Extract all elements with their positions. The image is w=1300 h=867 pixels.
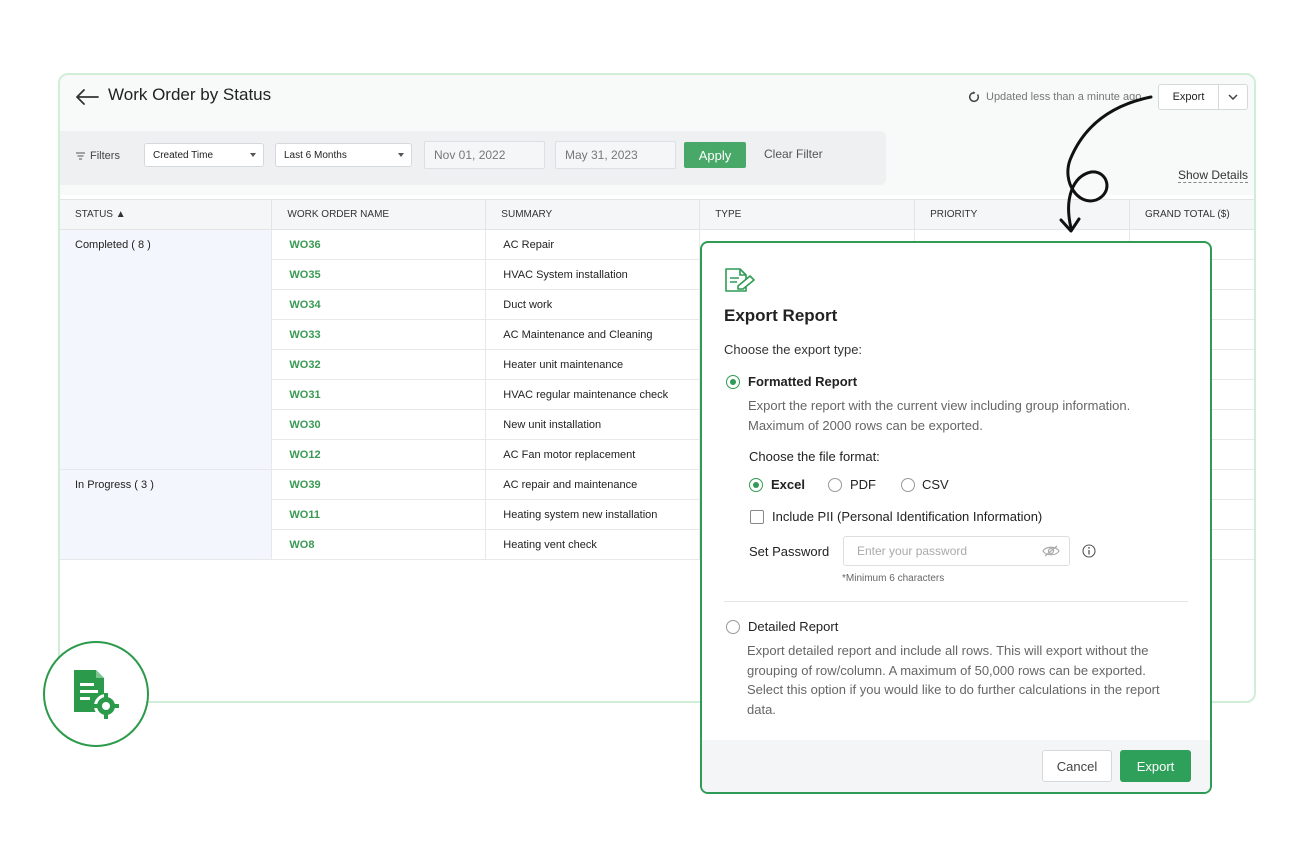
format-radio-pdf[interactable] bbox=[828, 478, 842, 492]
detailed-report-label[interactable]: Detailed Report bbox=[748, 619, 838, 634]
range-select[interactable]: Last 6 Months bbox=[275, 143, 412, 167]
dialog-divider bbox=[724, 601, 1188, 602]
work-order-link[interactable]: WO39 bbox=[271, 469, 487, 500]
format-radio-excel[interactable] bbox=[749, 478, 763, 492]
export-type-prompt: Choose the export type: bbox=[724, 342, 863, 357]
dialog-export-button[interactable]: Export bbox=[1120, 750, 1191, 782]
start-date-input[interactable]: Nov 01, 2022 bbox=[424, 141, 545, 169]
work-order-link[interactable]: WO30 bbox=[271, 409, 487, 440]
export-button[interactable]: Export bbox=[1159, 85, 1219, 109]
summary-cell: AC Fan motor replacement bbox=[485, 439, 701, 470]
format-label-excel[interactable]: Excel bbox=[771, 477, 805, 492]
page-title: Work Order by Status bbox=[108, 85, 272, 104]
updated-text: Updated less than a minute ago bbox=[986, 91, 1142, 103]
eye-slash-icon[interactable] bbox=[1042, 544, 1060, 558]
refresh-icon[interactable] bbox=[968, 91, 980, 103]
field-select-value: Created Time bbox=[153, 149, 214, 161]
summary-cell: AC repair and maintenance bbox=[485, 469, 701, 500]
include-pii-checkbox[interactable] bbox=[750, 510, 764, 524]
filter-bar: Filters Created Time Last 6 Months Nov 0… bbox=[60, 131, 886, 185]
report-gear-icon bbox=[74, 670, 119, 719]
filters-label: Filters bbox=[90, 150, 120, 162]
chevron-down-icon bbox=[1228, 94, 1238, 100]
summary-cell: HVAC System installation bbox=[485, 259, 701, 290]
format-radio-csv[interactable] bbox=[901, 478, 915, 492]
work-order-link[interactable]: WO8 bbox=[271, 529, 487, 560]
filter-lines-icon bbox=[76, 152, 85, 160]
back-arrow-icon[interactable] bbox=[74, 87, 100, 107]
column-header-status[interactable]: STATUS ▲ bbox=[60, 199, 273, 230]
summary-cell: New unit installation bbox=[485, 409, 701, 440]
export-split-button[interactable]: Export bbox=[1158, 84, 1248, 110]
password-input[interactable]: Enter your password bbox=[843, 536, 1070, 566]
clear-filter-link[interactable]: Clear Filter bbox=[764, 147, 823, 161]
summary-cell: HVAC regular maintenance check bbox=[485, 379, 701, 410]
summary-cell: AC Maintenance and Cleaning bbox=[485, 319, 701, 350]
export-dropdown-toggle[interactable] bbox=[1219, 85, 1247, 109]
summary-cell: Heating system new installation bbox=[485, 499, 701, 530]
file-format-prompt: Choose the file format: bbox=[749, 449, 880, 464]
status-group-cell: In Progress ( 3 ) bbox=[60, 469, 273, 560]
summary-cell: AC Repair bbox=[485, 229, 701, 260]
dialog-title: Export Report bbox=[724, 306, 838, 325]
work-order-link[interactable]: WO35 bbox=[271, 259, 487, 290]
apply-button[interactable]: Apply bbox=[684, 142, 746, 168]
work-order-link[interactable]: WO32 bbox=[271, 349, 487, 380]
report-settings-badge bbox=[43, 641, 149, 747]
export-document-icon bbox=[725, 268, 755, 292]
password-label: Set Password bbox=[749, 544, 830, 559]
formatted-report-label[interactable]: Formatted Report bbox=[748, 374, 857, 389]
table-header-row: STATUS ▲ WORK ORDER NAME SUMMARY TYPE PR… bbox=[60, 199, 1254, 230]
password-placeholder: Enter your password bbox=[857, 544, 968, 558]
updated-status: Updated less than a minute ago bbox=[968, 91, 1141, 103]
work-order-link[interactable]: WO36 bbox=[271, 229, 487, 260]
password-hint: *Minimum 6 characters bbox=[842, 573, 945, 584]
show-details-link[interactable]: Show Details bbox=[1178, 168, 1249, 183]
summary-cell: Heating vent check bbox=[485, 529, 701, 560]
dropdown-arrow-icon bbox=[250, 153, 256, 157]
cancel-button[interactable]: Cancel bbox=[1042, 750, 1112, 782]
summary-cell: Duct work bbox=[485, 289, 701, 320]
detailed-report-radio[interactable] bbox=[726, 620, 740, 634]
column-header-grand-total[interactable]: GRAND TOTAL ($) bbox=[1129, 199, 1254, 230]
detailed-report-description: Export detailed report and include all r… bbox=[747, 643, 1160, 717]
status-group-cell: Completed ( 8 ) bbox=[60, 229, 273, 470]
summary-cell: Heater unit maintenance bbox=[485, 349, 701, 380]
filters-toggle[interactable]: Filters bbox=[76, 150, 120, 162]
column-header-type[interactable]: TYPE bbox=[699, 199, 916, 230]
work-order-link[interactable]: WO33 bbox=[271, 319, 487, 350]
end-date-input[interactable]: May 31, 2023 bbox=[555, 141, 676, 169]
work-order-link[interactable]: WO12 bbox=[271, 439, 487, 470]
work-order-link[interactable]: WO31 bbox=[271, 379, 487, 410]
include-pii-label[interactable]: Include PII (Personal Identification Inf… bbox=[772, 509, 1042, 524]
formatted-report-radio[interactable] bbox=[726, 375, 740, 389]
work-order-link[interactable]: WO11 bbox=[271, 499, 487, 530]
export-report-dialog: Export Report Choose the export type: Fo… bbox=[700, 241, 1212, 794]
dialog-footer: Cancel Export bbox=[702, 740, 1210, 792]
column-header-work-order-name[interactable]: WORK ORDER NAME bbox=[271, 199, 487, 230]
column-header-priority[interactable]: PRIORITY bbox=[914, 199, 1130, 230]
formatted-report-description: Export the report with the current view … bbox=[748, 398, 1131, 433]
column-header-summary[interactable]: SUMMARY bbox=[485, 199, 701, 230]
range-select-value: Last 6 Months bbox=[284, 149, 347, 161]
work-order-link[interactable]: WO34 bbox=[271, 289, 487, 320]
info-icon[interactable] bbox=[1082, 544, 1096, 558]
field-select[interactable]: Created Time bbox=[144, 143, 264, 167]
format-label-csv[interactable]: CSV bbox=[922, 477, 949, 492]
dropdown-arrow-icon bbox=[398, 153, 404, 157]
format-label-pdf[interactable]: PDF bbox=[850, 477, 876, 492]
